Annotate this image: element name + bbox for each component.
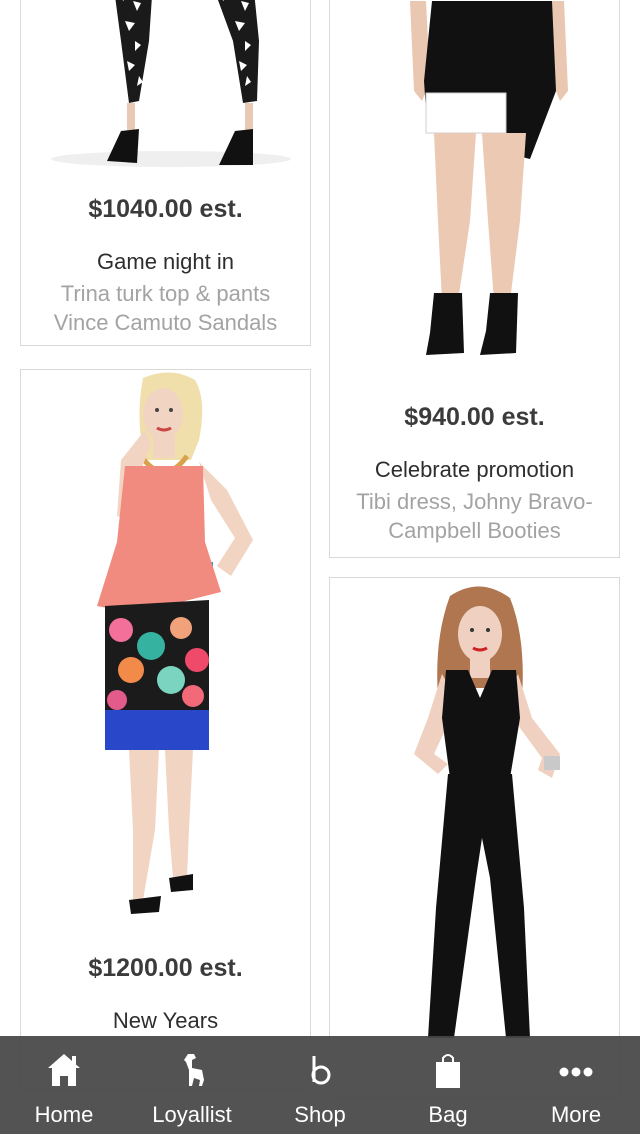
tab-label: More <box>550 1102 602 1127</box>
look-photo <box>97 372 253 914</box>
look-title: New Years <box>112 1008 219 1033</box>
look-price: $1040.00 est. <box>88 195 243 223</box>
look-card[interactable]: $940.00 est. Celebrate promotion Tibi dr… <box>329 0 620 558</box>
look-title: Game night in <box>97 249 234 274</box>
tab-label: Shop <box>294 1102 346 1127</box>
dog-icon <box>184 1054 204 1086</box>
look-card[interactable]: $1040.00 est. Game night in Trina turk t… <box>20 0 311 346</box>
look-photo <box>414 586 560 1038</box>
look-description-line: Tibi dress, Johny Bravo- <box>356 489 593 514</box>
tab-shop[interactable]: Shop <box>256 1036 384 1134</box>
tab-label: Home <box>34 1102 94 1127</box>
look-card[interactable]: $1200.00 est. New Years <box>20 369 311 1089</box>
look-card[interactable] <box>329 577 620 1097</box>
look-title: Celebrate promotion <box>374 457 575 482</box>
look-description: Trina turk top & pants Vince Camuto Sand… <box>21 279 310 337</box>
look-description-line: Vince Camuto Sandals <box>53 310 278 335</box>
look-description-line: Trina turk top & pants <box>60 281 271 306</box>
tab-bag[interactable]: Bag <box>384 1036 512 1134</box>
more-icon <box>559 1067 593 1077</box>
look-photo <box>410 1 568 355</box>
home-icon <box>48 1054 80 1086</box>
tab-label: Loyallist <box>152 1102 232 1127</box>
tab-label: Bag <box>428 1102 468 1127</box>
look-feed: $1040.00 est. Game night in Trina turk t… <box>0 0 640 1134</box>
b-logo-icon <box>311 1056 331 1085</box>
look-description-line: Campbell Booties <box>388 518 561 543</box>
bag-icon <box>436 1054 460 1088</box>
tab-more[interactable]: More <box>512 1036 640 1134</box>
look-description: Tibi dress, Johny Bravo- Campbell Bootie… <box>330 487 619 545</box>
look-price: $1200.00 est. <box>88 954 243 982</box>
tab-loyallist[interactable]: Loyallist <box>128 1036 256 1134</box>
tab-bar: Home Loyallist Shop Bag More <box>0 1036 640 1134</box>
tab-home[interactable]: Home <box>0 1036 128 1134</box>
look-photo <box>51 0 291 167</box>
look-price: $940.00 est. <box>404 403 545 431</box>
